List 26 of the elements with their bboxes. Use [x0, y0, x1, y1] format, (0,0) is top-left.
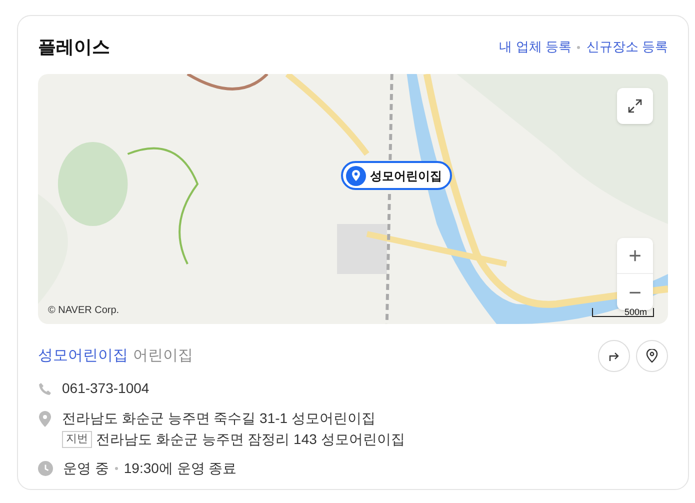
road-address: 전라남도 화순군 능주면 죽수길 31-1 성모어린이집: [62, 409, 376, 428]
map-scale: 500m: [592, 308, 654, 317]
map-marker[interactable]: 성모어린이집: [341, 161, 452, 190]
section-title: 플레이스: [38, 36, 110, 58]
place-name[interactable]: 성모어린이집: [38, 344, 128, 368]
directions-icon: [608, 350, 620, 362]
directions-button[interactable]: [598, 340, 630, 372]
location-icon: [38, 411, 52, 427]
fullscreen-button[interactable]: [617, 88, 653, 124]
pin-icon: [646, 349, 658, 363]
open-status: 운영 중: [63, 459, 109, 478]
clock-icon: [38, 461, 53, 476]
zoom-out-button[interactable]: −: [617, 274, 653, 310]
lot-badge: 지번: [62, 431, 92, 448]
lot-address: 전라남도 화순군 능주면 잠정리 143 성모어린이집: [96, 430, 405, 449]
expand-icon: [628, 99, 642, 113]
closing-time: 19:30에 운영 종료: [124, 459, 237, 478]
place-category: 어린이집: [133, 346, 193, 366]
location-button[interactable]: [636, 340, 668, 372]
phone-icon: [38, 382, 52, 396]
header-link[interactable]: 내 업체 등록: [499, 37, 572, 57]
pin-icon: [346, 166, 366, 186]
phone-number: 061-373-1004: [62, 379, 150, 398]
copyright: © NAVER Corp.: [48, 304, 120, 318]
header-link[interactable]: 신규장소 등록: [586, 37, 668, 57]
zoom-in-button[interactable]: +: [617, 238, 653, 274]
